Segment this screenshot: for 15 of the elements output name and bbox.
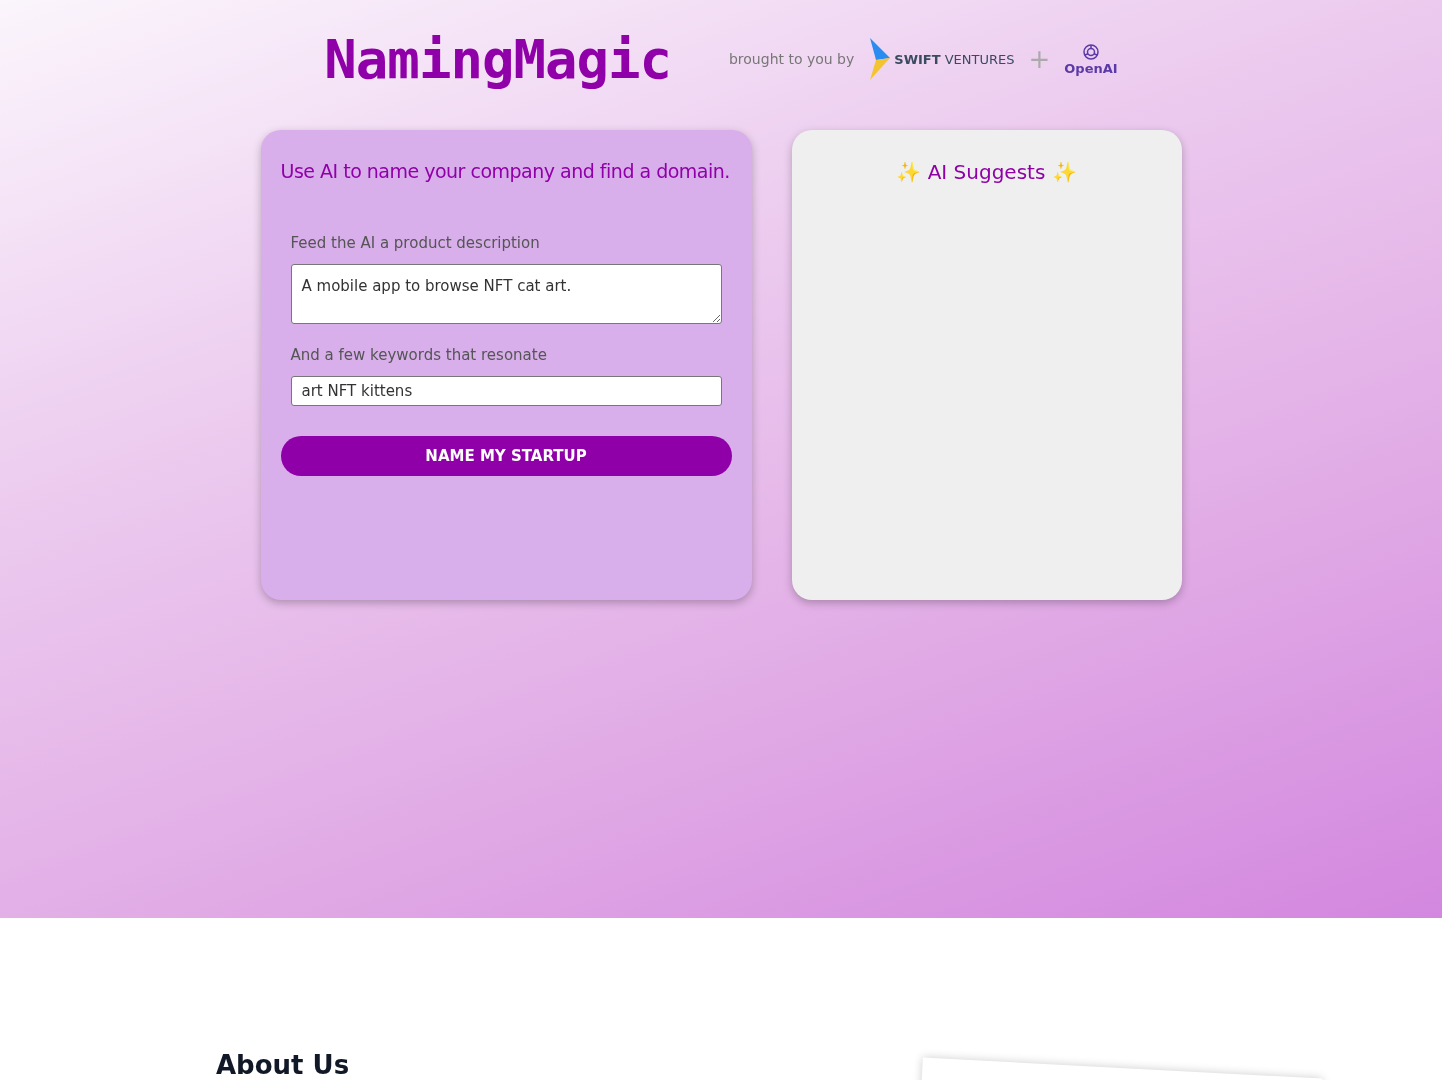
knot-logo-icon — [1081, 42, 1100, 61]
description-field[interactable]: A mobile app to browse NFT cat art. — [290, 264, 722, 324]
partner-logo-text: OpenAI — [1064, 60, 1118, 76]
plus-sign: + — [1028, 44, 1051, 74]
card-title: ✨ AI Suggests ✨ — [895, 160, 1078, 184]
partner-logo-text: SWIFT VENTURES — [894, 51, 1015, 67]
card-title: Use AI to name your company and find a domain. — [280, 160, 731, 182]
field-label: Feed the AI a product description — [290, 234, 541, 252]
site-logo: NamingMagic — [324, 27, 671, 91]
arrow-logo-icon — [868, 38, 891, 80]
field-label: And a few keywords that resonate — [290, 346, 548, 364]
section-heading: About Us — [216, 1050, 350, 1080]
keywords-field[interactable]: art NFT kittens — [290, 376, 722, 406]
tagline: brought to you by — [728, 51, 855, 67]
submit-button[interactable]: NAME MY STARTUP — [280, 436, 732, 476]
